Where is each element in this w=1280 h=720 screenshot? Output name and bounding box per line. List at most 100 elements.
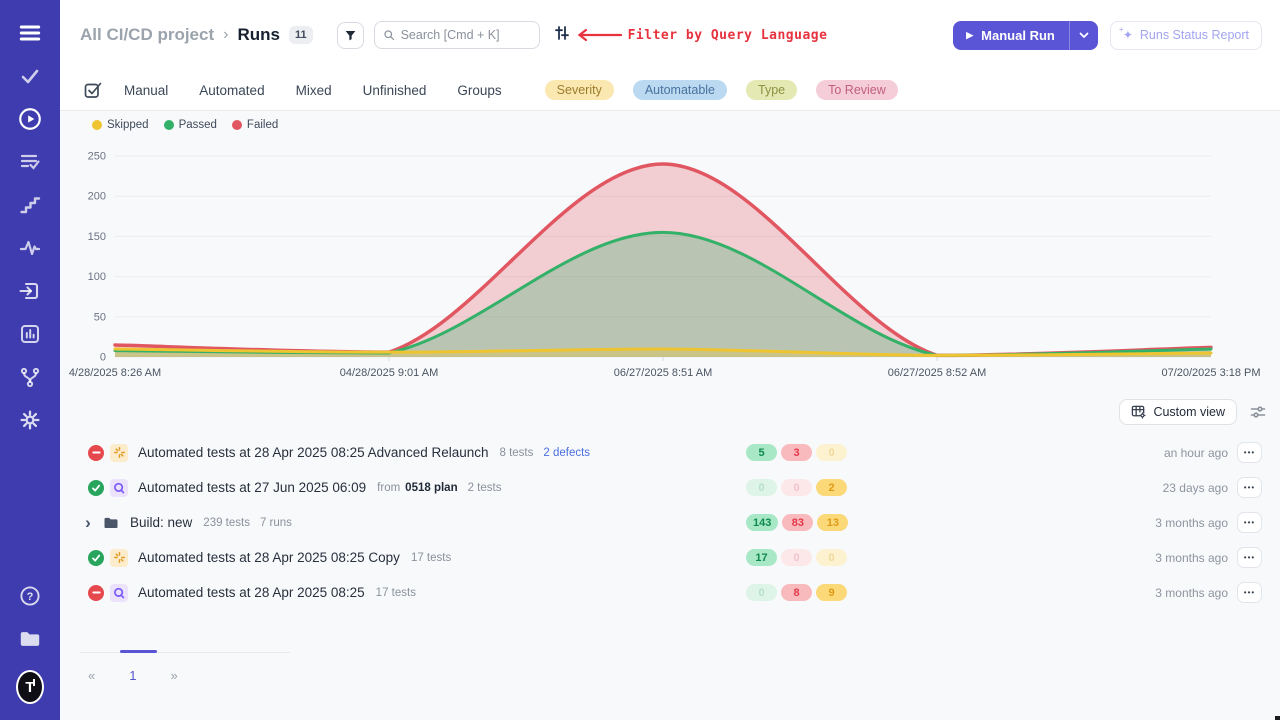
menu-icon[interactable] (16, 19, 44, 47)
left-arrow-icon (576, 28, 622, 42)
passed-count-badge: 143 (746, 514, 778, 531)
filter-chip-severity[interactable]: Severity (545, 80, 614, 100)
funnel-icon (344, 29, 357, 42)
analytics-icon[interactable] (16, 320, 44, 348)
custom-view-row: Custom view (60, 398, 1280, 425)
skipped-count-badge: 0 (816, 444, 847, 461)
row-menu-button[interactable]: ••• (1237, 477, 1262, 498)
status-passed-icon (88, 550, 104, 566)
annotation-text: Filter by Query Language (628, 28, 828, 43)
help-icon[interactable]: ? (16, 582, 44, 610)
settings-gear-icon[interactable] (16, 406, 44, 434)
result-badges: 5 3 0 (746, 444, 851, 461)
skipped-count-badge: 0 (816, 549, 847, 566)
search-input[interactable] (401, 28, 531, 42)
manual-run-split-button: ▶ Manual Run (953, 21, 1098, 50)
custom-view-label: Custom view (1153, 405, 1225, 419)
legend-item-failed[interactable]: Failed (232, 119, 278, 131)
view-settings-icon[interactable] (1250, 404, 1266, 420)
run-timestamp: 3 months ago (1155, 551, 1228, 565)
status-passed-icon (88, 480, 104, 496)
tab-unfinished[interactable]: Unfinished (363, 83, 427, 98)
svg-text:200: 200 (88, 191, 106, 203)
flaky-run-icon (110, 444, 128, 462)
corner-mark (1275, 716, 1280, 720)
run-title: Automated tests at 27 Jun 2025 06:09 (138, 480, 366, 495)
run-meta-text: 7 runs (260, 517, 292, 529)
activity-pulse-icon[interactable] (16, 234, 44, 262)
failed-count-badge: 3 (781, 444, 812, 461)
skipped-count-badge: 9 (816, 584, 847, 601)
run-row[interactable]: Automated tests at 28 Apr 2025 08:25 17 … (80, 575, 1264, 610)
run-timestamp: an hour ago (1164, 446, 1228, 460)
tab-mixed[interactable]: Mixed (296, 83, 332, 98)
sparkles-icon: ✦+ (1123, 28, 1133, 42)
run-meta-text: 17 tests (411, 552, 451, 564)
docs-folder-icon[interactable] (16, 625, 44, 653)
run-row[interactable]: Automated tests at 28 Apr 2025 08:25 Cop… (80, 540, 1264, 575)
test-plans-icon[interactable] (16, 148, 44, 176)
milestones-steps-icon[interactable] (16, 191, 44, 219)
run-title: Automated tests at 28 Apr 2025 08:25 (138, 585, 365, 600)
failed-count-badge: 0 (781, 479, 812, 496)
runs-status-report-button[interactable]: ✦+ Runs Status Report (1110, 21, 1262, 50)
row-menu-button[interactable]: ••• (1237, 442, 1262, 463)
chevron-down-icon (1079, 32, 1089, 39)
tab-automated[interactable]: Automated (199, 83, 264, 98)
skipped-count-badge: 13 (817, 514, 848, 531)
filter-chip-to-review[interactable]: To Review (816, 80, 898, 100)
folder-icon (102, 514, 120, 532)
manual-run-caret-button[interactable] (1069, 21, 1098, 50)
run-row[interactable]: Automated tests at 27 Jun 2025 06:09 fro… (80, 470, 1264, 505)
pagination-page-1[interactable]: 1 (117, 664, 148, 687)
automated-run-icon (110, 479, 128, 497)
filter-chip-type[interactable]: Type (746, 80, 797, 100)
integrations-branch-icon[interactable] (16, 363, 44, 391)
tabs-row: Manual Automated Mixed Unfinished Groups Sev… (60, 70, 1280, 111)
run-title: Build: new (130, 515, 192, 530)
row-menu-button[interactable]: ••• (1237, 582, 1262, 603)
failed-count-badge: 8 (781, 584, 812, 601)
runs-icon-active[interactable] (16, 105, 44, 133)
tab-manual[interactable]: Manual (124, 83, 168, 98)
breadcrumb-project[interactable]: All CI/CD project (80, 25, 214, 45)
expand-chevron-icon[interactable]: › (80, 514, 96, 531)
runs-count-badge: 11 (289, 26, 313, 44)
row-menu-button[interactable]: ••• (1237, 547, 1262, 568)
pagination: « 1 » (80, 664, 186, 687)
legend-label: Failed (247, 119, 278, 131)
filter-chip-automatable[interactable]: Automatable (633, 80, 727, 100)
tab-groups[interactable]: Groups (457, 83, 501, 98)
run-meta: 8 tests 2 defects (500, 447, 601, 459)
sidebar: ? T (0, 0, 60, 720)
run-meta-text: from (377, 482, 400, 494)
app-logo[interactable]: T (16, 668, 44, 706)
breadcrumb-separator: › (223, 26, 228, 44)
run-meta: 17 tests (411, 552, 461, 564)
passed-count-badge: 0 (746, 479, 777, 496)
annotation: Filter by Query Language (576, 28, 828, 43)
custom-view-button[interactable]: Custom view (1119, 399, 1237, 425)
bulk-select-icon[interactable] (84, 81, 102, 99)
search-box[interactable] (374, 21, 540, 49)
svg-text:4/28/2025 8:26 AM: 4/28/2025 8:26 AM (69, 367, 161, 379)
svg-text:50: 50 (94, 311, 106, 323)
pagination-next-button[interactable]: » (162, 664, 185, 687)
search-icon (383, 28, 395, 42)
legend-item-skipped[interactable]: Skipped (92, 119, 149, 131)
run-row[interactable]: Automated tests at 28 Apr 2025 08:25 Adv… (80, 435, 1264, 470)
filter-funnel-button[interactable] (337, 22, 364, 49)
pagination-prev-button[interactable]: « (80, 664, 103, 687)
query-filter-icon[interactable] (554, 25, 570, 46)
run-row[interactable]: › Build: new 239 tests7 runs 143 83 13 3… (80, 505, 1264, 540)
test-cases-icon[interactable] (16, 62, 44, 90)
legend-item-passed[interactable]: Passed (164, 119, 217, 131)
top-bar: All CI/CD project › Runs 11 Filter by Qu… (60, 0, 1280, 70)
status-failed-icon (88, 585, 104, 601)
manual-run-button[interactable]: ▶ Manual Run (953, 21, 1069, 50)
defects-link[interactable]: 2 defects (543, 447, 590, 459)
legend-label: Passed (179, 119, 217, 131)
row-menu-button[interactable]: ••• (1237, 512, 1262, 533)
imports-icon[interactable] (16, 277, 44, 305)
run-meta-text: 8 tests (500, 447, 534, 459)
